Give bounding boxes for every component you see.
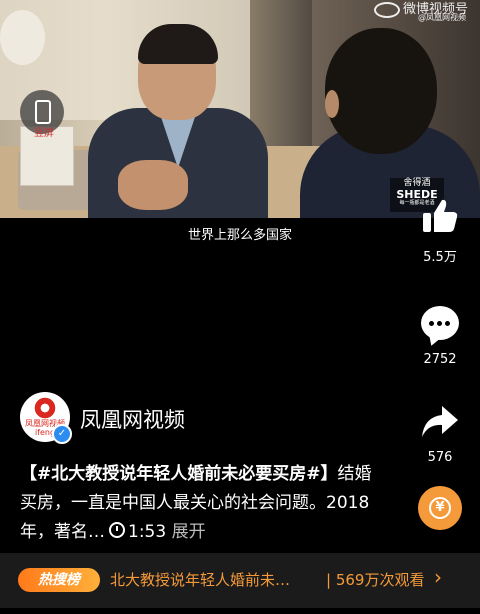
comment-bubble-icon bbox=[421, 306, 459, 340]
video-player[interactable]: 舍得酒 SHEDE 每一瓶都是老酒 微博视频号 @凤凰网视频 竖屏 bbox=[0, 0, 480, 218]
share-arrow-icon bbox=[422, 406, 458, 437]
video-duration: 1:53 bbox=[128, 522, 167, 542]
verified-badge-icon: ✓ bbox=[52, 424, 72, 444]
comment-count: 2752 bbox=[423, 352, 457, 367]
expand-link[interactable]: 展开 bbox=[172, 522, 206, 542]
share-button[interactable]: 576 bbox=[404, 404, 476, 465]
hot-search-badge: 热搜榜 bbox=[18, 568, 100, 592]
hot-search-views: | 569万次观看 bbox=[326, 571, 425, 589]
video-lamp bbox=[0, 10, 45, 65]
weibo-icon bbox=[373, 1, 400, 18]
video-description[interactable]: 【#北大教授说年轻人婚前未必要买房#】结婚买房，一直是中国人最关心的社会问题。2… bbox=[20, 460, 380, 547]
ifeng-logo-icon bbox=[33, 396, 57, 420]
hot-search-bar[interactable]: 热搜榜 北大教授说年轻人婚前未… | 569万次观看 › bbox=[0, 553, 480, 608]
coin-icon: ¥ bbox=[418, 486, 462, 530]
interviewer-ear bbox=[325, 90, 339, 118]
clock-icon bbox=[109, 522, 125, 538]
watermark-handle: @凤凰网视频 bbox=[418, 13, 466, 22]
phone-rotate-icon bbox=[35, 100, 51, 124]
comment-button[interactable]: 2752 bbox=[404, 306, 476, 367]
share-count: 576 bbox=[427, 450, 453, 465]
coin-symbol: ¥ bbox=[429, 497, 451, 519]
rotate-label: 竖屏 bbox=[34, 128, 54, 139]
author-name[interactable]: 凤凰网视频 bbox=[80, 404, 185, 434]
interviewee-hands bbox=[118, 160, 188, 210]
hot-search-title: 北大教授说年轻人婚前未… bbox=[110, 571, 291, 589]
description-topic[interactable]: 【#北大教授说年轻人婚前未必要买房#】 bbox=[20, 464, 338, 484]
like-count: 5.5万 bbox=[423, 250, 457, 265]
like-button[interactable]: 5.5万 bbox=[404, 196, 476, 265]
tip-button[interactable]: ¥ bbox=[404, 486, 476, 530]
chevron-right-icon: › bbox=[434, 565, 442, 589]
thumbs-up-icon bbox=[423, 199, 458, 232]
interviewer-head bbox=[325, 28, 437, 154]
